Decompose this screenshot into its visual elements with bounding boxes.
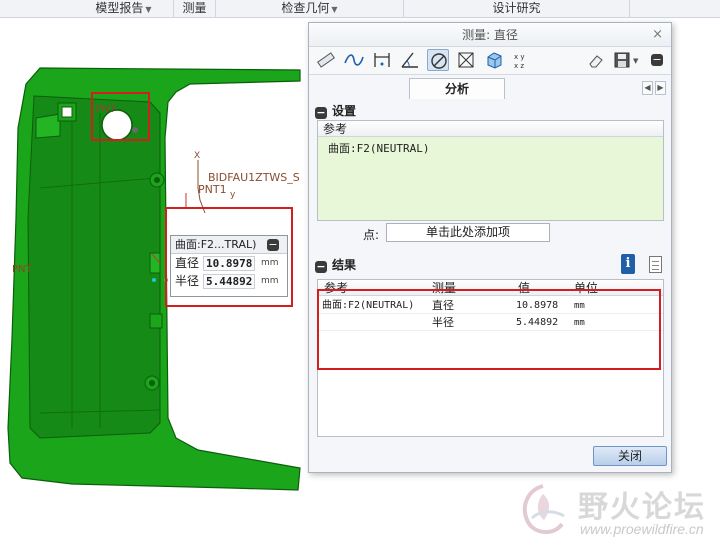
model-tab	[149, 313, 163, 329]
section-setup[interactable]: − 设置	[315, 103, 356, 119]
close-icon[interactable]: ×	[652, 23, 663, 47]
model-boss	[154, 177, 160, 183]
point-collector[interactable]: 单击此处添加项	[386, 223, 550, 242]
collapse-icon[interactable]: −	[315, 261, 327, 273]
tab-measure-label: 测量	[182, 1, 207, 15]
watermark-name: 野火论坛	[578, 490, 706, 525]
ribbon-bar: 模型报告 ▼ 测量 检查几何 ▼ 设计研究	[0, 0, 720, 18]
angle-icon[interactable]	[399, 49, 421, 71]
reference-collector[interactable]: 参考 曲面:F2(NEUTRAL)	[317, 120, 664, 221]
diameter-icon[interactable]	[427, 49, 449, 71]
ruler-icon[interactable]	[315, 49, 337, 71]
section-results-label: 结果	[332, 258, 357, 272]
area-icon[interactable]	[455, 49, 477, 71]
label-pnt1: PNT1	[198, 183, 227, 196]
tab-model-report[interactable]: 模型报告 ▼	[74, 0, 174, 18]
hole-highlight-box	[91, 92, 150, 141]
watermark-url: www.proewildfire.cn	[580, 521, 704, 537]
model-cavity	[27, 95, 161, 439]
model-tab	[149, 252, 161, 274]
volume-icon[interactable]	[483, 49, 505, 71]
model-boss	[61, 106, 73, 118]
ref-item[interactable]: 曲面:F2(NEUTRAL)	[328, 142, 429, 155]
save-icon[interactable]	[611, 49, 633, 71]
ref-list[interactable]: 曲面:F2(NEUTRAL)	[318, 137, 663, 220]
label-axis-y: y	[230, 190, 236, 200]
eraser-icon[interactable]	[585, 49, 607, 71]
tab-measure[interactable]: 测量	[174, 0, 216, 18]
tab-analysis[interactable]: 分析	[409, 78, 505, 99]
dialog-titlebar[interactable]: 测量: 直径 ×	[309, 23, 671, 47]
label-pnt-left: PNT	[12, 264, 32, 275]
tab-check-geometry[interactable]: 检查几何 ▼	[216, 0, 404, 18]
transform-icon[interactable]: x yx z	[511, 49, 533, 71]
section-setup-label: 设置	[332, 104, 357, 118]
document-icon[interactable]	[649, 256, 662, 273]
label-axis-x: X	[194, 151, 201, 161]
svg-text:x z: x z	[514, 62, 524, 70]
chevron-down-icon[interactable]: ▼	[633, 57, 638, 65]
ref-column-header: 参考	[318, 121, 663, 137]
model-rib	[35, 113, 61, 139]
distance-icon[interactable]	[371, 49, 393, 71]
tab-design-study[interactable]: 设计研究	[404, 0, 630, 18]
measure-dialog: 测量: 直径 × x yx z ▼ − 分析 ◀ ▶ − 设置 参考 曲面:F2…	[308, 22, 672, 473]
info-icon[interactable]: i	[621, 254, 635, 274]
dialog-title: 测量: 直径	[462, 28, 518, 42]
collapse-icon[interactable]: −	[651, 54, 663, 66]
tab-model-report-label: 模型报告	[95, 1, 144, 15]
tab-check-geometry-label: 检查几何	[281, 1, 330, 15]
chevron-left-icon[interactable]: ◀	[642, 81, 653, 95]
collapse-icon[interactable]: −	[315, 107, 327, 119]
measure-toolbar: x yx z ▼ −	[309, 47, 671, 75]
point-label: 点:	[363, 228, 380, 242]
close-button[interactable]: 关闭	[593, 446, 667, 466]
callout-highlight-box	[165, 207, 293, 307]
section-results[interactable]: − 结果	[315, 257, 356, 273]
model-boss	[149, 380, 155, 386]
datum-point	[152, 278, 156, 282]
curve-icon[interactable]	[343, 49, 365, 71]
chevron-right-icon[interactable]: ▶	[655, 81, 666, 95]
chevron-down-icon: ▼	[145, 5, 152, 14]
results-highlight-box	[317, 289, 661, 370]
model-viewport[interactable]: PNT X BIDFAU1ZTWS_S PNT1 y PNT 曲面:F2...T…	[0, 18, 310, 549]
svg-text:x y: x y	[514, 53, 525, 61]
dialog-tabs: 分析 ◀ ▶	[309, 75, 671, 99]
tab-design-study-label: 设计研究	[492, 1, 541, 15]
chevron-down-icon: ▼	[331, 5, 338, 14]
logo-icon	[522, 484, 565, 534]
